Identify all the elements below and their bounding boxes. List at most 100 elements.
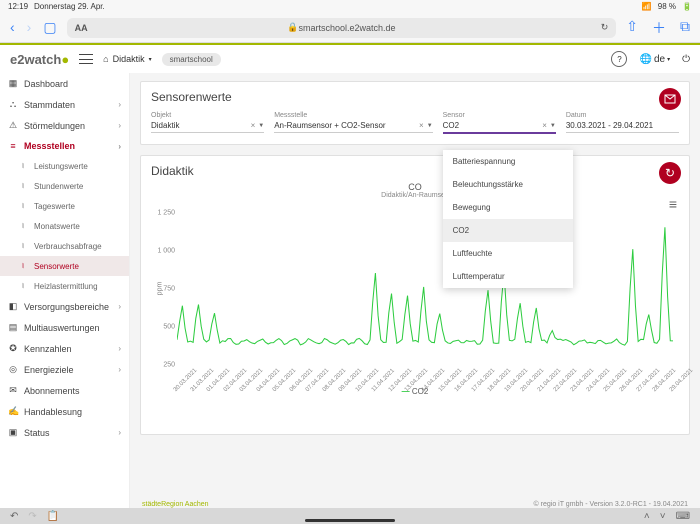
sidebar-item-handablesung[interactable]: ✍Handablesung — [0, 401, 129, 422]
chart-area: ppm 2505007501 0001 250 30.03.202131.03.… — [177, 205, 673, 385]
sidebar-item-versorgungsbereiche[interactable]: ◧Versorgungsbereiche› — [0, 296, 129, 317]
chart-card: Didaktik ↻ ≡ CO Didaktik/An-Raumsen ppm … — [140, 155, 690, 435]
chevron-down-icon[interactable]: ▼ — [427, 123, 433, 129]
keyboard-icon[interactable]: ⌨ — [676, 511, 690, 522]
bar-icon: ꠰ — [18, 161, 28, 171]
globe-icon: 🌐 — [639, 54, 651, 65]
datum-field[interactable]: Datum 30.03.2021 - 29.04.2021 — [566, 112, 679, 134]
sidebar-label: Versorgungsbereiche — [24, 302, 109, 312]
sidebar-label: Kennzahlen — [24, 344, 72, 354]
chevron-down-icon[interactable]: ▼ — [550, 123, 556, 129]
bar-icon: ꠰ — [18, 201, 28, 211]
ios-status-bar: 12:19 Donnerstag 29. Apr. 📶 98 % 🔋 — [0, 0, 700, 13]
sidebar-toggle-icon[interactable] — [79, 54, 93, 64]
sidebar-label: Stammdaten — [24, 100, 75, 110]
sensor-option[interactable]: Bewegung — [443, 196, 573, 219]
sidebar-item-stundenwerte[interactable]: ꠰ Stundenwerte — [0, 176, 129, 196]
sidebar-label: Stundenwerte — [34, 182, 83, 191]
chevron-right-icon: › — [118, 142, 121, 151]
ios-date: Donnerstag 29. Apr. — [34, 2, 105, 11]
sidebar-icon: ◎ — [8, 364, 18, 375]
sidebar-icon: ✍ — [8, 406, 18, 417]
sidebar-item-status[interactable]: ▣Status› — [0, 422, 129, 443]
bar-icon: ꠰ — [18, 221, 28, 231]
clipboard-icon[interactable]: 📋 — [47, 511, 59, 522]
messstelle-field[interactable]: Messstelle An-Raumsensor + CO2-Sensor×▼ — [274, 112, 432, 134]
refresh-fab[interactable]: ↻ — [659, 162, 681, 184]
sidebar-label: Sensorwerte — [34, 262, 79, 271]
sensor-option[interactable]: CO2 — [443, 219, 573, 242]
sidebar-label: Energieziele — [24, 365, 74, 375]
sensor-option[interactable]: Luftfeuchte — [443, 242, 573, 265]
sensor-field[interactable]: Sensor CO2×▼ BatteriespannungBeleuchtung… — [443, 112, 556, 134]
bar-icon: ꠰ — [18, 181, 28, 191]
chart-title: Didaktik — [151, 164, 679, 178]
down-icon[interactable]: ˅ — [660, 511, 666, 522]
safari-toolbar: ‹ › ▢ AA 🔒 smartschool.e2watch.de ↻ ⇧ ＋ … — [0, 13, 700, 43]
reload-icon[interactable]: ↻ — [601, 22, 609, 33]
sidebar-item-sensorwerte[interactable]: ꠰Sensorwerte — [0, 256, 129, 276]
sidebar-item-kennzahlen[interactable]: ✪Kennzahlen› — [0, 338, 129, 359]
context-pill[interactable]: smartschool — [162, 53, 221, 66]
breadcrumb[interactable]: ⌂ Didaktik ▾ — [103, 54, 151, 64]
mail-fab[interactable] — [659, 88, 681, 110]
share-icon[interactable]: ⇧ — [626, 18, 638, 38]
help-icon[interactable]: ? — [611, 51, 627, 67]
chevron-down-icon[interactable]: ▼ — [258, 123, 264, 129]
sidebar-icon: ▦ — [8, 78, 18, 89]
back-icon[interactable]: ‹ — [10, 19, 15, 36]
text-size-icon[interactable]: AA — [75, 23, 88, 33]
sidebar-item-monatswerte[interactable]: ꠰ Monatswerte — [0, 216, 129, 236]
clear-icon[interactable]: × — [539, 121, 550, 130]
power-icon[interactable]: ⏻ — [682, 54, 690, 65]
app-toolbar: e2watch● ⌂ Didaktik ▾ smartschool ? 🌐de▾… — [0, 45, 700, 73]
chart-subtitle: CO — [151, 182, 679, 192]
sensor-option[interactable]: Batteriespannung — [443, 150, 573, 173]
clear-icon[interactable]: × — [416, 121, 427, 130]
sidebar-icon: ≡ — [8, 141, 18, 151]
app-logo[interactable]: e2watch● — [10, 52, 69, 67]
battery-icon: 🔋 — [682, 2, 692, 11]
sidebar-label: Dashboard — [24, 79, 68, 89]
sidebar-label: Monatswerte — [34, 222, 80, 231]
filters-title: Sensorenwerte — [151, 90, 679, 104]
clear-icon[interactable]: × — [248, 121, 259, 130]
sidebar-item-messstellen[interactable]: ≡Messstellen› — [0, 136, 129, 156]
up-icon[interactable]: ˄ — [644, 511, 650, 522]
sidebar-item-energieziele[interactable]: ◎Energieziele› — [0, 359, 129, 380]
forward-icon[interactable]: › — [27, 19, 32, 36]
sidebar-item-leistungswerte[interactable]: ꠰Leistungswerte — [0, 156, 129, 176]
sidebar-item-abonnements[interactable]: ✉Abonnements — [0, 380, 129, 401]
sidebar-label: Störmeldungen — [24, 121, 85, 131]
sidebar-item-verbrauchsabfrage[interactable]: ꠰ Verbrauchsabfrage — [0, 236, 129, 256]
sidebar-item-tageswerte[interactable]: ꠰Tageswerte — [0, 196, 129, 216]
y-tick: 1 250 — [157, 209, 175, 216]
sidebar-item-heizlastermittlung[interactable]: ꠰Heizlastermittlung — [0, 276, 129, 296]
new-tab-icon[interactable]: ＋ — [652, 18, 666, 38]
sidebar-item-störmeldungen[interactable]: ⚠Störmeldungen› — [0, 115, 129, 136]
chevron-right-icon: › — [118, 344, 121, 353]
bookmarks-icon[interactable]: ▢ — [43, 19, 56, 36]
undo-icon[interactable]: ↶ — [10, 511, 18, 522]
tabs-icon[interactable]: ⧉ — [680, 18, 690, 38]
sidebar-item-stammdaten[interactable]: ⛬Stammdaten› — [0, 94, 129, 115]
battery-text: 98 % — [658, 2, 676, 11]
chevron-right-icon: › — [118, 428, 121, 437]
url-bar[interactable]: AA 🔒 smartschool.e2watch.de ↻ — [67, 18, 617, 38]
sidebar-label: Verbrauchsabfrage — [34, 242, 102, 251]
redo-icon[interactable]: ↷ — [28, 511, 36, 522]
bar-icon: ꠰ — [18, 241, 28, 251]
home-icon: ⌂ — [103, 54, 108, 64]
sensor-option[interactable]: Lufttemperatur — [443, 265, 573, 288]
sidebar-icon: ▤ — [8, 322, 18, 333]
sidebar-label: Status — [24, 428, 50, 438]
sidebar-item-multiauswertungen[interactable]: ▤Multiauswertungen — [0, 317, 129, 338]
filters-card: Sensorenwerte Objekt Didaktik×▼ Messstel… — [140, 81, 690, 145]
sensor-dropdown: BatteriespannungBeleuchtungsstärkeBewegu… — [443, 150, 573, 288]
language-selector[interactable]: 🌐de▾ — [639, 54, 670, 65]
lock-icon: 🔒 — [287, 22, 298, 33]
objekt-field[interactable]: Objekt Didaktik×▼ — [151, 112, 264, 134]
sidebar-item-dashboard[interactable]: ▦ Dashboard — [0, 73, 129, 94]
home-indicator[interactable] — [305, 519, 395, 522]
sensor-option[interactable]: Beleuchtungsstärke — [443, 173, 573, 196]
